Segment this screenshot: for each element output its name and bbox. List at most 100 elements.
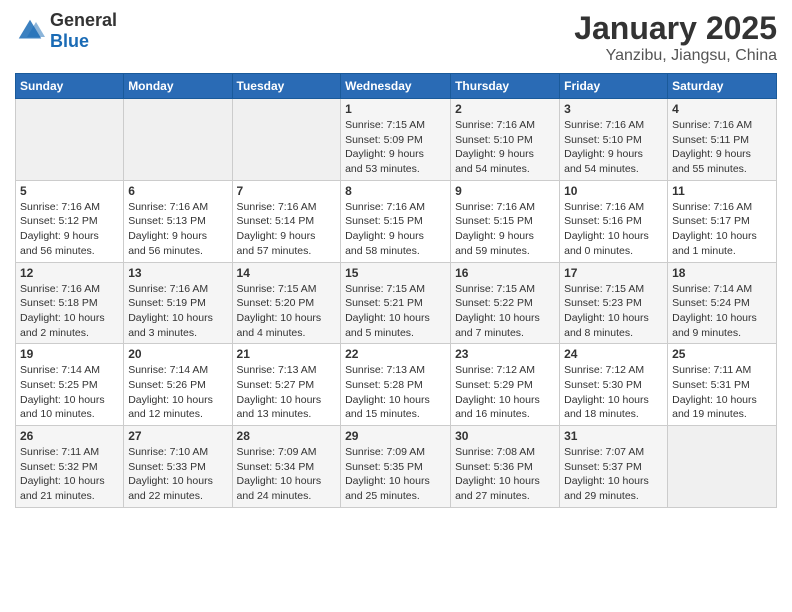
day-number: 8: [345, 184, 446, 198]
calendar-cell: [668, 426, 777, 508]
calendar-cell: 1 Sunrise: 7:15 AMSunset: 5:09 PMDaylight…: [341, 99, 451, 181]
calendar-cell: 9 Sunrise: 7:16 AMSunset: 5:15 PMDaylight…: [451, 180, 560, 262]
calendar-cell: 29Sunrise: 7:09 AMSunset: 5:35 PMDayligh…: [341, 426, 451, 508]
day-info: Sunrise: 7:16 AMSunset: 5:19 PMDaylight:…: [128, 282, 227, 341]
calendar-cell: 19 Sunrise: 7:14 AMSunset: 5:25 PMDayligh…: [16, 344, 124, 426]
day-number: 28: [237, 429, 337, 443]
day-number: 31: [564, 429, 663, 443]
calendar-cell: 7Sunrise: 7:16 AMSunset: 5:14 PMDaylight…: [232, 180, 341, 262]
calendar-cell: [124, 99, 232, 181]
day-number: 22: [345, 347, 446, 361]
day-number: 25: [672, 347, 772, 361]
logo: General Blue: [15, 10, 117, 52]
day-info: Sunrise: 7:16 AMSunset: 5:10 PMDaylight:…: [564, 118, 663, 177]
calendar-cell: 2 Sunrise: 7:16 AMSunset: 5:10 PMDaylight…: [451, 99, 560, 181]
calendar-cell: 23Sunrise: 7:12 AMSunset: 5:29 PMDayligh…: [451, 344, 560, 426]
day-info: Sunrise: 7:16 AMSunset: 5:15 PMDaylight:…: [455, 200, 555, 259]
day-number: 19: [20, 347, 119, 361]
calendar-cell: 21 Sunrise: 7:13 AMSunset: 5:27 PMDayligh…: [232, 344, 341, 426]
calendar-cell: 26 Sunrise: 7:11 AMSunset: 5:32 PMDayligh…: [16, 426, 124, 508]
day-info: Sunrise: 7:10 AMSunset: 5:33 PMDaylight:…: [128, 445, 227, 504]
month-title: January 2025: [574, 10, 777, 47]
day-number: 2: [455, 102, 555, 116]
calendar-cell: 17 Sunrise: 7:15 AMSunset: 5:23 PMDayligh…: [560, 262, 668, 344]
day-info: Sunrise: 7:16 AMSunset: 5:10 PMDaylight:…: [455, 118, 555, 177]
logo-blue-text: Blue: [50, 31, 117, 52]
day-number: 26: [20, 429, 119, 443]
day-info: Sunrise: 7:16 AMSunset: 5:15 PMDaylight:…: [345, 200, 446, 259]
calendar-cell: 24 Sunrise: 7:12 AMSunset: 5:30 PMDayligh…: [560, 344, 668, 426]
day-info: Sunrise: 7:14 AMSunset: 5:24 PMDaylight:…: [672, 282, 772, 341]
day-number: 11: [672, 184, 772, 198]
day-info: Sunrise: 7:15 AMSunset: 5:20 PMDaylight:…: [237, 282, 337, 341]
location: Yanzibu, Jiangsu, China: [574, 47, 777, 65]
calendar-cell: 5Sunrise: 7:16 AMSunset: 5:12 PMDaylight…: [16, 180, 124, 262]
day-number: 17: [564, 266, 663, 280]
day-info: Sunrise: 7:11 AMSunset: 5:32 PMDaylight:…: [20, 445, 119, 504]
calendar-cell: 10Sunrise: 7:16 AMSunset: 5:16 PMDayligh…: [560, 180, 668, 262]
calendar-cell: 15Sunrise: 7:15 AMSunset: 5:21 PMDayligh…: [341, 262, 451, 344]
day-info: Sunrise: 7:12 AMSunset: 5:30 PMDaylight:…: [564, 363, 663, 422]
day-number: 21: [237, 347, 337, 361]
calendar-cell: 11 Sunrise: 7:16 AMSunset: 5:17 PMDayligh…: [668, 180, 777, 262]
day-info: Sunrise: 7:13 AMSunset: 5:27 PMDaylight:…: [237, 363, 337, 422]
day-info: Sunrise: 7:12 AMSunset: 5:29 PMDaylight:…: [455, 363, 555, 422]
day-info: Sunrise: 7:16 AMSunset: 5:13 PMDaylight:…: [128, 200, 227, 259]
day-number: 5: [20, 184, 119, 198]
day-info: Sunrise: 7:16 AMSunset: 5:14 PMDaylight:…: [237, 200, 337, 259]
calendar-cell: 13 Sunrise: 7:16 AMSunset: 5:19 PMDayligh…: [124, 262, 232, 344]
calendar-cell: 31 Sunrise: 7:07 AMSunset: 5:37 PMDayligh…: [560, 426, 668, 508]
day-info: Sunrise: 7:09 AMSunset: 5:35 PMDaylight:…: [345, 445, 446, 504]
calendar-cell: 30 Sunrise: 7:08 AMSunset: 5:36 PMDayligh…: [451, 426, 560, 508]
day-number: 13: [128, 266, 227, 280]
col-sunday: Sunday: [16, 74, 124, 99]
day-info: Sunrise: 7:07 AMSunset: 5:37 PMDaylight:…: [564, 445, 663, 504]
page-container: General Blue January 2025 Yanzibu, Jiang…: [0, 0, 792, 518]
day-info: Sunrise: 7:15 AMSunset: 5:23 PMDaylight:…: [564, 282, 663, 341]
day-number: 6: [128, 184, 227, 198]
day-info: Sunrise: 7:16 AMSunset: 5:17 PMDaylight:…: [672, 200, 772, 259]
calendar-cell: 22Sunrise: 7:13 AMSunset: 5:28 PMDayligh…: [341, 344, 451, 426]
logo-text: General Blue: [50, 10, 117, 52]
calendar-cell: 6 Sunrise: 7:16 AMSunset: 5:13 PMDaylight…: [124, 180, 232, 262]
calendar-cell: 20Sunrise: 7:14 AMSunset: 5:26 PMDayligh…: [124, 344, 232, 426]
day-info: Sunrise: 7:15 AMSunset: 5:21 PMDaylight:…: [345, 282, 446, 341]
calendar-table: Sunday Monday Tuesday Wednesday Thursday…: [15, 73, 777, 508]
day-number: 1: [345, 102, 446, 116]
day-number: 14: [237, 266, 337, 280]
day-number: 30: [455, 429, 555, 443]
logo-general-text: General: [50, 10, 117, 31]
calendar-cell: 12 Sunrise: 7:16 AMSunset: 5:18 PMDayligh…: [16, 262, 124, 344]
day-info: Sunrise: 7:15 AMSunset: 5:22 PMDaylight:…: [455, 282, 555, 341]
calendar-cell: 18Sunrise: 7:14 AMSunset: 5:24 PMDayligh…: [668, 262, 777, 344]
day-info: Sunrise: 7:11 AMSunset: 5:31 PMDaylight:…: [672, 363, 772, 422]
calendar-cell: [232, 99, 341, 181]
day-number: 12: [20, 266, 119, 280]
calendar-week-row: 1 Sunrise: 7:15 AMSunset: 5:09 PMDaylight…: [16, 99, 777, 181]
day-number: 20: [128, 347, 227, 361]
day-info: Sunrise: 7:16 AMSunset: 5:11 PMDaylight:…: [672, 118, 772, 177]
calendar-week-row: 26 Sunrise: 7:11 AMSunset: 5:32 PMDayligh…: [16, 426, 777, 508]
day-info: Sunrise: 7:14 AMSunset: 5:25 PMDaylight:…: [20, 363, 119, 422]
calendar-week-row: 5Sunrise: 7:16 AMSunset: 5:12 PMDaylight…: [16, 180, 777, 262]
day-number: 16: [455, 266, 555, 280]
col-friday: Friday: [560, 74, 668, 99]
day-number: 24: [564, 347, 663, 361]
col-tuesday: Tuesday: [232, 74, 341, 99]
day-info: Sunrise: 7:08 AMSunset: 5:36 PMDaylight:…: [455, 445, 555, 504]
calendar-week-row: 19 Sunrise: 7:14 AMSunset: 5:25 PMDayligh…: [16, 344, 777, 426]
calendar-cell: 4 Sunrise: 7:16 AMSunset: 5:11 PMDaylight…: [668, 99, 777, 181]
logo-icon: [15, 16, 45, 46]
day-number: 10: [564, 184, 663, 198]
day-info: Sunrise: 7:16 AMSunset: 5:18 PMDaylight:…: [20, 282, 119, 341]
day-number: 9: [455, 184, 555, 198]
calendar-header-row: Sunday Monday Tuesday Wednesday Thursday…: [16, 74, 777, 99]
calendar-cell: 25 Sunrise: 7:11 AMSunset: 5:31 PMDayligh…: [668, 344, 777, 426]
day-info: Sunrise: 7:09 AMSunset: 5:34 PMDaylight:…: [237, 445, 337, 504]
day-number: 4: [672, 102, 772, 116]
calendar-cell: [16, 99, 124, 181]
calendar-cell: 27 Sunrise: 7:10 AMSunset: 5:33 PMDayligh…: [124, 426, 232, 508]
day-info: Sunrise: 7:15 AMSunset: 5:09 PMDaylight:…: [345, 118, 446, 177]
day-number: 27: [128, 429, 227, 443]
calendar-cell: 8 Sunrise: 7:16 AMSunset: 5:15 PMDaylight…: [341, 180, 451, 262]
